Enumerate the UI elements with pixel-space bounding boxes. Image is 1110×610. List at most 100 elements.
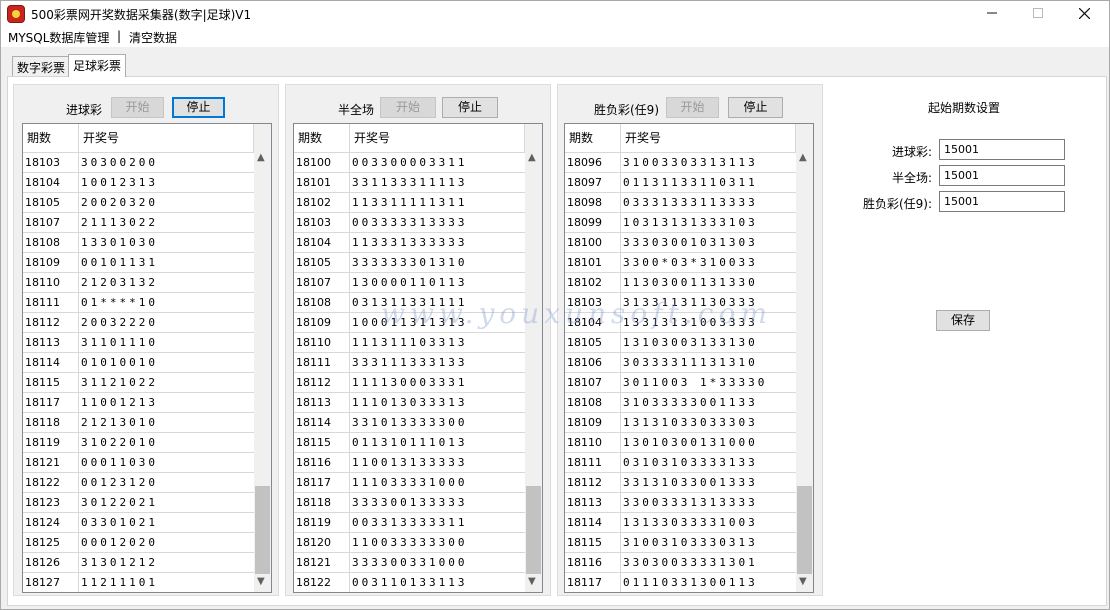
table-row[interactable]: 18108 31033333001133: [565, 392, 796, 412]
table-row[interactable]: 18104 13313131003333: [565, 312, 796, 332]
table-row[interactable]: 18109 13131033033303: [565, 412, 796, 432]
table-row[interactable]: 18113 111013033313: [294, 392, 525, 412]
table-row[interactable]: 18103 003333313333: [294, 212, 525, 232]
table-row[interactable]: 18113 33003331313333: [565, 492, 796, 512]
table-row[interactable]: 18115 011310111013: [294, 432, 525, 452]
tab-football-lottery[interactable]: 足球彩票: [68, 54, 127, 77]
table-row[interactable]: 18121 333300331000: [294, 552, 525, 572]
table-row[interactable]: 18124 03301021: [23, 512, 254, 532]
column-header-result[interactable]: 开奖号: [621, 124, 796, 152]
table-row[interactable]: 18114 13133033331003: [565, 512, 796, 532]
table-row[interactable]: 18112 33131033001333: [565, 472, 796, 492]
table-row[interactable]: 18097 01131133110311: [565, 172, 796, 192]
table-row[interactable]: 18098 03331333113333: [565, 192, 796, 212]
table-row[interactable]: 18105 20020320: [23, 192, 254, 212]
setting-input-win-loss[interactable]: [939, 191, 1065, 212]
table-row[interactable]: 18100 33303001031303: [565, 232, 796, 252]
table-row[interactable]: 18096 31003303313113: [565, 152, 796, 172]
table-row[interactable]: 18105 13103003133130: [565, 332, 796, 352]
column-header-issue[interactable]: 期数: [565, 124, 621, 152]
win-loss-stop-button[interactable]: 停止: [728, 97, 783, 118]
table-row[interactable]: 18101 3300*03*310033: [565, 252, 796, 272]
save-button[interactable]: 保存: [936, 310, 990, 331]
scroll-up-icon[interactable]: ▲: [528, 152, 536, 163]
win-loss-scrollbar[interactable]: ▲ ▼: [796, 124, 813, 592]
table-row[interactable]: 18123 30122021: [23, 492, 254, 512]
win-loss-start-button[interactable]: 开始: [666, 97, 719, 118]
table-row[interactable]: 18107 21113022: [23, 212, 254, 232]
table-row[interactable]: 18119 31022010: [23, 432, 254, 452]
menu-mysql-manager[interactable]: MYSQL数据库管理: [8, 29, 109, 46]
table-row[interactable]: 18111 03103103333133: [565, 452, 796, 472]
goals-scrollbar[interactable]: ▲ ▼: [254, 124, 271, 592]
scroll-thumb[interactable]: [797, 486, 812, 574]
table-row[interactable]: 18118 21213010: [23, 412, 254, 432]
scroll-thumb[interactable]: [526, 486, 541, 574]
maximize-button[interactable]: [1015, 1, 1061, 27]
table-row[interactable]: 18114 01010010: [23, 352, 254, 372]
table-row[interactable]: 18102 11303001131330: [565, 272, 796, 292]
table-row[interactable]: 18112 111130003331: [294, 372, 525, 392]
table-row[interactable]: 18109 00101131: [23, 252, 254, 272]
table-row[interactable]: 18114 331013333300: [294, 412, 525, 432]
table-row[interactable]: 18109 100011311313: [294, 312, 525, 332]
table-row[interactable]: 18110 111311103313: [294, 332, 525, 352]
table-row[interactable]: 18104 10012313: [23, 172, 254, 192]
scroll-thumb[interactable]: [255, 486, 270, 574]
setting-input-goals[interactable]: [939, 139, 1065, 160]
table-row[interactable]: 18116 33030033331301: [565, 552, 796, 572]
table-row[interactable]: 18126 31301212: [23, 552, 254, 572]
table-row[interactable]: 18113 31101110: [23, 332, 254, 352]
scroll-down-icon[interactable]: ▼: [257, 576, 265, 587]
table-row[interactable]: 18117 111033331000: [294, 472, 525, 492]
table-row[interactable]: 18102 113311111311: [294, 192, 525, 212]
goals-start-button[interactable]: 开始: [111, 97, 164, 118]
halftime-stop-button[interactable]: 停止: [442, 97, 498, 118]
menu-clear-data[interactable]: 清空数据: [129, 29, 177, 46]
table-row[interactable]: 18112 20032220: [23, 312, 254, 332]
table-row[interactable]: 18099 10313131333103: [565, 212, 796, 232]
table-row[interactable]: 18118 333300133333: [294, 492, 525, 512]
table-row[interactable]: 18108 13301030: [23, 232, 254, 252]
table-row[interactable]: 18103 30300200: [23, 152, 254, 172]
table-row[interactable]: 18106 30333311131310: [565, 352, 796, 372]
minimize-button[interactable]: [969, 1, 1015, 27]
column-header-result[interactable]: 开奖号: [79, 124, 254, 152]
table-row[interactable]: 18117 01110331300113: [565, 572, 796, 592]
table-row[interactable]: 18111 01****10: [23, 292, 254, 312]
table-row[interactable]: 18119 003313333311: [294, 512, 525, 532]
table-row[interactable]: 18110 13010300131000: [565, 432, 796, 452]
table-row[interactable]: 18122 00123120: [23, 472, 254, 492]
table-row[interactable]: 18125 00012020: [23, 532, 254, 552]
scroll-down-icon[interactable]: ▼: [799, 576, 807, 587]
table-row[interactable]: 18115 31121022: [23, 372, 254, 392]
table-row[interactable]: 18101 331133311113: [294, 172, 525, 192]
tab-number-lottery[interactable]: 数字彩票: [12, 56, 71, 76]
column-header-issue[interactable]: 期数: [294, 124, 350, 152]
scroll-down-icon[interactable]: ▼: [528, 576, 536, 587]
table-row[interactable]: 18107 3011003 1*33330: [565, 372, 796, 392]
table-row[interactable]: 18105 333333301310: [294, 252, 525, 272]
table-row[interactable]: 18121 00011030: [23, 452, 254, 472]
table-row[interactable]: 18111 333111333133: [294, 352, 525, 372]
table-row[interactable]: 18127 11211101: [23, 572, 254, 592]
table-row[interactable]: 18122 003110133113: [294, 572, 525, 592]
table-row[interactable]: 18115 31003103330313: [565, 532, 796, 552]
table-row[interactable]: 18108 031311331111: [294, 292, 525, 312]
goals-stop-button[interactable]: 停止: [172, 97, 225, 118]
table-row[interactable]: 18103 31331131130333: [565, 292, 796, 312]
column-header-result[interactable]: 开奖号: [350, 124, 525, 152]
table-row[interactable]: 18110 21203132: [23, 272, 254, 292]
halftime-scrollbar[interactable]: ▲ ▼: [525, 124, 542, 592]
table-row[interactable]: 18100 003300003311: [294, 152, 525, 172]
halftime-start-button[interactable]: 开始: [380, 97, 436, 118]
table-row[interactable]: 18117 11001213: [23, 392, 254, 412]
column-header-issue[interactable]: 期数: [23, 124, 79, 152]
table-row[interactable]: 18120 110033333300: [294, 532, 525, 552]
close-button[interactable]: [1061, 1, 1107, 27]
table-row[interactable]: 18104 113331333333: [294, 232, 525, 252]
table-row[interactable]: 18116 110013133333: [294, 452, 525, 472]
scroll-up-icon[interactable]: ▲: [799, 152, 807, 163]
table-row[interactable]: 18107 130000110113: [294, 272, 525, 292]
scroll-up-icon[interactable]: ▲: [257, 152, 265, 163]
